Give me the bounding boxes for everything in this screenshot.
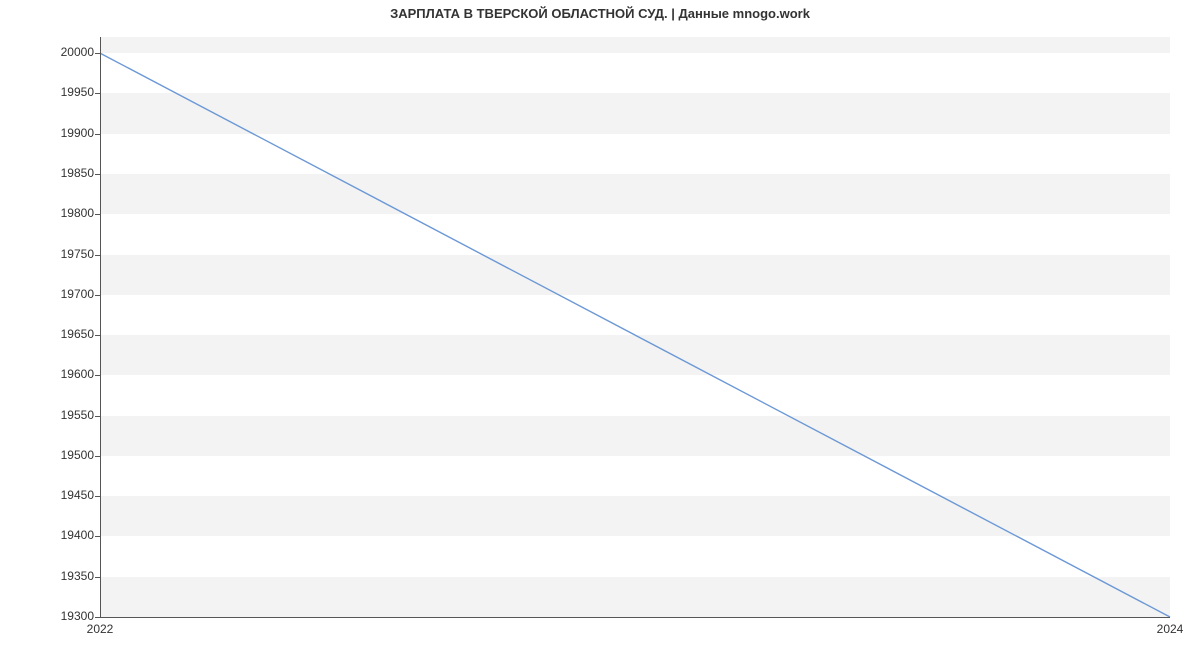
y-tick-label: 19550 [6,408,94,422]
y-tick-label: 19350 [6,569,94,583]
y-tick-label: 19750 [6,247,94,261]
y-tick-mark [95,134,100,135]
y-tick-mark [95,214,100,215]
x-tick-label: 2024 [1157,622,1184,636]
y-tick-label: 19400 [6,528,94,542]
y-tick-label: 19650 [6,327,94,341]
y-tick-label: 19600 [6,367,94,381]
y-tick-label: 19300 [6,609,94,623]
y-tick-mark [95,53,100,54]
y-tick-mark [95,577,100,578]
y-tick-label: 19850 [6,166,94,180]
chart-line-layer [100,37,1170,617]
x-tick-label: 2022 [87,622,114,636]
y-tick-label: 20000 [6,45,94,59]
y-tick-mark [95,255,100,256]
y-tick-mark [95,295,100,296]
chart-title: ЗАРПЛАТА В ТВЕРСКОЙ ОБЛАСТНОЙ СУД. | Дан… [0,6,1200,21]
y-tick-label: 19950 [6,85,94,99]
y-tick-mark [95,617,100,618]
y-tick-label: 19450 [6,488,94,502]
y-tick-mark [95,496,100,497]
y-tick-label: 19800 [6,206,94,220]
y-tick-mark [95,536,100,537]
y-tick-mark [95,335,100,336]
x-axis-line [100,617,1170,618]
y-tick-mark [95,416,100,417]
y-tick-label: 19700 [6,287,94,301]
chart-container: ЗАРПЛАТА В ТВЕРСКОЙ ОБЛАСТНОЙ СУД. | Дан… [0,0,1200,650]
y-tick-mark [95,375,100,376]
y-tick-mark [95,456,100,457]
y-tick-label: 19900 [6,126,94,140]
y-tick-label: 19500 [6,448,94,462]
series-line [100,53,1170,617]
y-tick-mark [95,93,100,94]
y-axis-line [100,37,101,617]
y-tick-mark [95,174,100,175]
